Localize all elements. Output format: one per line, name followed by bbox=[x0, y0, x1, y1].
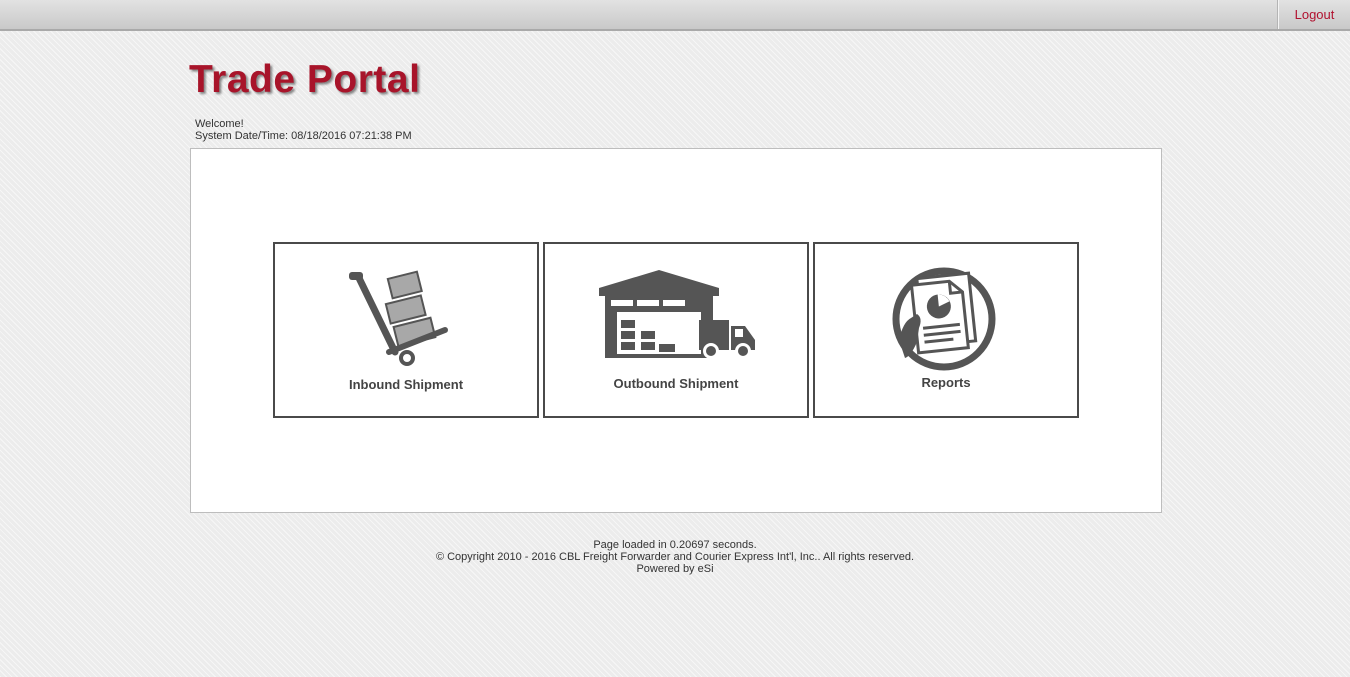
hand-truck-icon bbox=[349, 270, 448, 366]
inbound-shipment-label: Inbound Shipment bbox=[348, 377, 464, 392]
outbound-shipment-tile[interactable]: Outbound Shipment bbox=[543, 242, 809, 418]
reports-tile[interactable]: Reports bbox=[813, 242, 1079, 418]
main-panel: Inbound Shipment Outbound Shipment Repor… bbox=[190, 148, 1162, 513]
footer: Page loaded in 0.20697 seconds. © Copyri… bbox=[0, 539, 1350, 575]
outbound-shipment-label: Outbound Shipment bbox=[613, 376, 739, 391]
top-bar: Logout bbox=[0, 0, 1350, 31]
powered-by: Powered by eSi bbox=[636, 563, 714, 575]
reports-label: Reports bbox=[921, 375, 971, 390]
report-chart-icon bbox=[892, 267, 996, 371]
welcome-info: Welcome! System Date/Time: 08/18/2016 07… bbox=[195, 118, 412, 142]
inbound-shipment-tile[interactable]: Inbound Shipment bbox=[273, 242, 539, 418]
copyright-notice: © Copyright 2010 - 2016 CBL Freight Forw… bbox=[435, 551, 915, 563]
welcome-message: Welcome! bbox=[195, 118, 244, 130]
system-datetime: System Date/Time: 08/18/2016 07:21:38 PM bbox=[195, 130, 412, 142]
logout-button[interactable]: Logout bbox=[1278, 0, 1350, 29]
page-title: Trade Portal bbox=[189, 58, 421, 101]
warehouse-truck-icon bbox=[599, 270, 755, 359]
page-load-time: Page loaded in 0.20697 seconds. bbox=[593, 539, 757, 551]
